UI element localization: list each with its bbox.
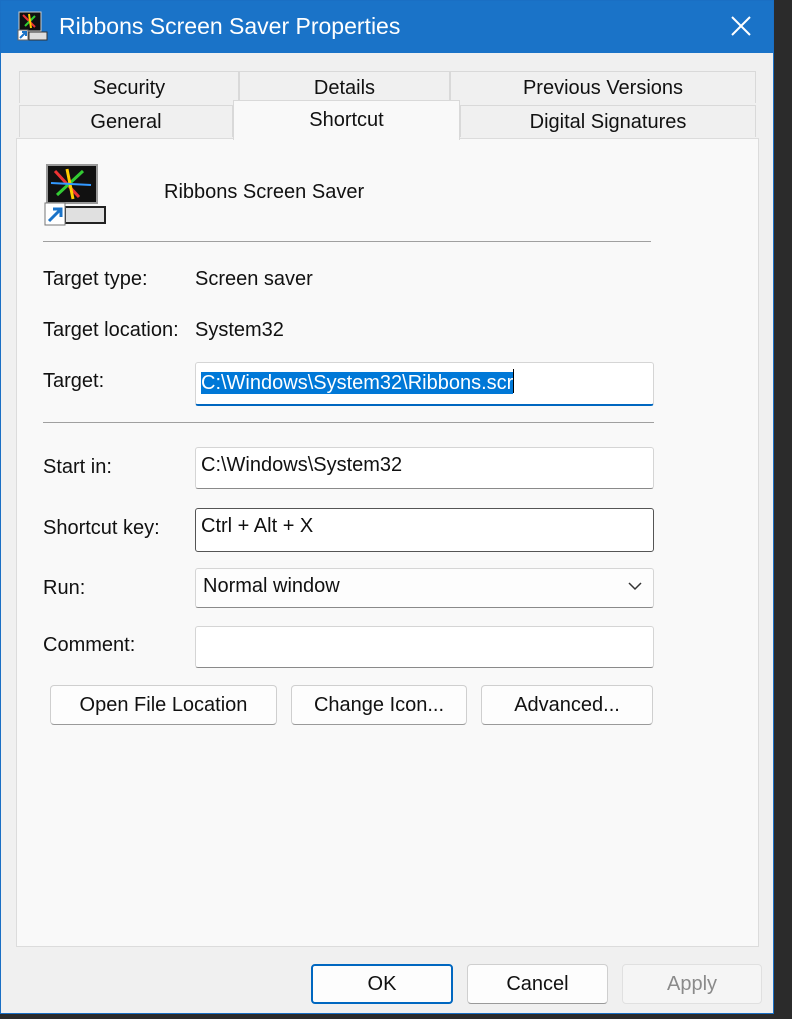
divider [43,422,654,423]
cancel-button[interactable]: Cancel [467,964,608,1004]
run-label: Run: [43,577,86,599]
tab-details[interactable]: Details [239,71,450,103]
window-title: Ribbons Screen Saver Properties [59,13,401,39]
target-value: C:\Windows\System32\Ribbons.scr [201,372,514,394]
close-icon [731,16,751,36]
open-file-location-button[interactable]: Open File Location [50,685,277,725]
text-caret [513,369,515,393]
shortcut-icon [44,164,106,226]
start-in-field[interactable]: C:\Windows\System32 [195,447,654,489]
apply-button[interactable]: Apply [622,964,762,1004]
target-label: Target: [43,370,105,392]
ok-button[interactable]: OK [311,964,453,1004]
start-in-label: Start in: [43,456,112,478]
chevron-down-icon [628,582,642,591]
tab-security[interactable]: Security [19,71,239,103]
properties-dialog: Ribbons Screen Saver Properties Security… [0,0,774,1014]
screen-saver-shortcut-icon [17,11,48,41]
comment-label: Comment: [43,634,136,656]
tab-shortcut[interactable]: Shortcut [233,100,460,140]
target-field[interactable]: C:\Windows\System32\Ribbons.scr [195,362,654,406]
run-selected-value: Normal window [203,575,340,597]
tab-digital-signatures[interactable]: Digital Signatures [460,105,756,137]
advanced-button[interactable]: Advanced... [481,685,653,725]
target-location-value: System32 [195,319,284,341]
run-dropdown[interactable]: Normal window [195,568,654,608]
tab-previous-versions[interactable]: Previous Versions [450,71,756,103]
target-type-label: Target type: [43,268,148,290]
target-location-label: Target location: [43,319,179,341]
shortcut-name: Ribbons Screen Saver [164,181,365,203]
change-icon-button[interactable]: Change Icon... [291,685,467,725]
shortcut-key-field[interactable]: Ctrl + Alt + X [195,508,654,552]
divider [43,241,651,242]
tab-general[interactable]: General [19,105,233,137]
target-type-value: Screen saver [195,268,313,290]
close-button[interactable] [709,1,773,53]
title-bar[interactable]: Ribbons Screen Saver Properties [1,1,773,53]
shortcut-key-label: Shortcut key: [43,517,160,539]
comment-field[interactable] [195,626,654,668]
